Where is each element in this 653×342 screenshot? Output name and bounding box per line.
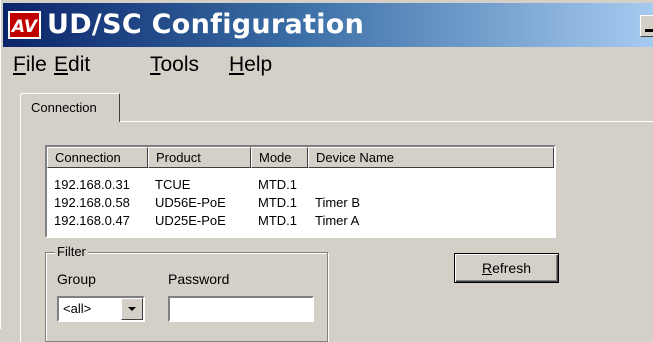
cell-mode: MTD.1 [258, 213, 297, 228]
title-bar[interactable]: AV UD/SC Configuration [3, 3, 653, 47]
av-logo-icon: AV [8, 11, 41, 39]
refresh-mnemonic: R [481, 260, 493, 276]
menu-edit-rest: dit [68, 53, 91, 76]
tab-connection[interactable]: Connection [20, 93, 120, 122]
group-select-value: <all> [63, 301, 92, 316]
list-header: Connection Product Mode Device Name [47, 147, 554, 168]
column-header-device-name[interactable]: Device Name [308, 147, 554, 168]
minimize-button[interactable] [640, 15, 653, 37]
cell-device-name: Timer A [315, 213, 360, 228]
tab-connection-label: Connection [31, 100, 97, 115]
menu-help[interactable]: Help [229, 50, 272, 80]
minimize-icon [645, 29, 653, 32]
menu-file[interactable]: File [13, 50, 47, 80]
cell-connection: 192.168.0.47 [54, 213, 130, 228]
column-header-mode[interactable]: Mode [251, 147, 308, 168]
refresh-button[interactable]: Refresh [454, 253, 559, 283]
refresh-label-rest: efresh [492, 260, 532, 276]
cell-connection: 192.168.0.58 [54, 195, 130, 210]
cell-mode: MTD.1 [258, 177, 297, 192]
cell-product: UD56E-PoE [155, 195, 226, 210]
menu-tools[interactable]: Tools [150, 50, 199, 80]
menu-tools-rest: ools [160, 53, 200, 76]
cell-connection: 192.168.0.31 [54, 177, 130, 192]
menu-bar: File Edit Tools Help [3, 47, 653, 87]
table-row[interactable]: 192.168.0.58 UD56E-PoE MTD.1 Timer B [47, 195, 554, 211]
table-row[interactable]: 192.168.0.31 TCUE MTD.1 [47, 177, 554, 193]
cell-product: TCUE [155, 177, 191, 192]
column-header-product[interactable]: Product [148, 147, 251, 168]
password-field[interactable] [168, 296, 314, 322]
password-label: Password [168, 271, 230, 287]
cell-device-name: Timer B [315, 195, 361, 210]
cell-mode: MTD.1 [258, 195, 297, 210]
menu-edit[interactable]: Edit [54, 50, 90, 80]
cell-device-name [308, 177, 554, 193]
filter-legend: Filter [55, 244, 88, 259]
column-header-connection[interactable]: Connection [47, 147, 148, 168]
menu-help-rest: elp [244, 53, 273, 76]
menu-file-rest: ile [25, 53, 47, 76]
window-title: UD/SC Configuration [47, 9, 365, 40]
group-select[interactable]: <all> [57, 296, 145, 322]
connection-list[interactable]: Connection Product Mode Device Name 192.… [45, 145, 556, 238]
group-label: Group [57, 271, 96, 287]
table-row[interactable]: 192.168.0.47 UD25E-PoE MTD.1 Timer A [47, 213, 554, 229]
svg-text:AV: AV [10, 17, 39, 37]
chevron-down-icon[interactable] [121, 298, 143, 320]
cell-product: UD25E-PoE [155, 213, 226, 228]
